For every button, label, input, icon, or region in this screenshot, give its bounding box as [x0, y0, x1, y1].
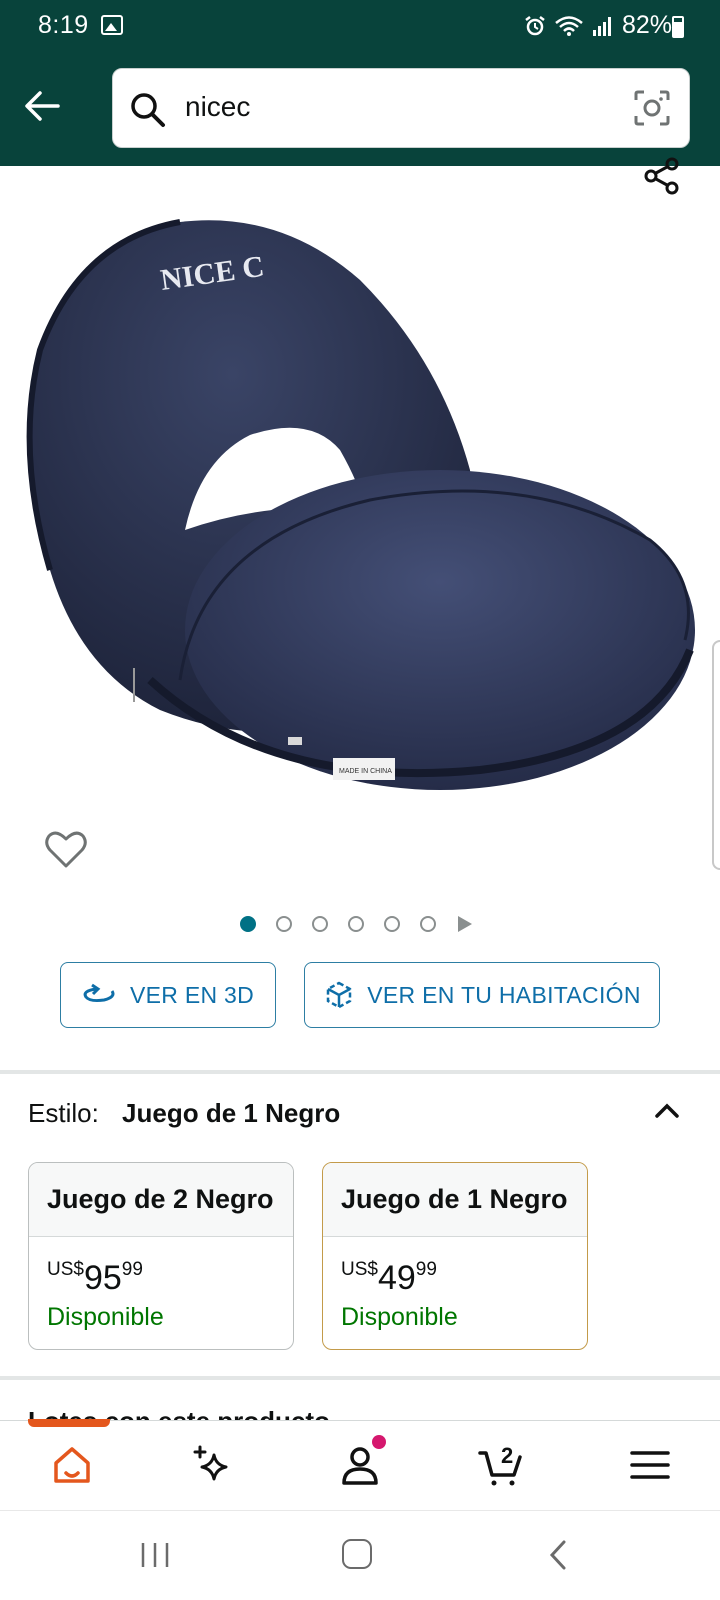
- status-bar: 8:19 82%: [0, 0, 720, 52]
- carousel-dot[interactable]: [348, 916, 364, 932]
- style-selected-value: Juego de 1 Negro: [122, 1098, 341, 1128]
- chevron-up-icon[interactable]: [652, 1096, 682, 1126]
- recent-apps-icon[interactable]: [140, 1541, 170, 1569]
- style-option-name: Juego de 1 Negro: [323, 1163, 587, 1237]
- carousel-video-play-icon[interactable]: [458, 916, 472, 932]
- style-option-availability: Disponible: [341, 1303, 458, 1331]
- gallery-notification-icon: [101, 15, 123, 35]
- rotate-3d-icon: [83, 983, 115, 1003]
- view-in-room-label: VER EN TU HABITACIÓN: [367, 981, 641, 1008]
- style-option-availability: Disponible: [47, 1303, 164, 1331]
- section-divider: [0, 1376, 720, 1380]
- style-option-price: US$4999: [341, 1259, 437, 1297]
- view-in-room-button[interactable]: VER EN TU HABITACIÓN: [304, 962, 660, 1028]
- side-drawer-handle[interactable]: [712, 640, 720, 870]
- style-label: Estilo:: [28, 1098, 99, 1128]
- style-selector-header[interactable]: Estilo: Juego de 1 Negro: [28, 1098, 340, 1129]
- battery-icon: [672, 16, 684, 38]
- ai-sparkle-icon[interactable]: [192, 1443, 236, 1487]
- view-3d-label: VER EN 3D: [129, 981, 255, 1008]
- carousel-dot[interactable]: [276, 916, 292, 932]
- app-header: 8:19 82% nicec: [0, 0, 720, 166]
- ar-cube-icon: [326, 981, 352, 1009]
- system-back-icon[interactable]: [548, 1539, 568, 1571]
- carousel-dot[interactable]: [240, 916, 256, 932]
- home-system-icon[interactable]: [342, 1539, 372, 1569]
- home-icon[interactable]: [50, 1443, 94, 1487]
- cart-count-badge: 2: [501, 1443, 514, 1468]
- style-option-card[interactable]: Juego de 2 Negro US$9599 Disponible: [28, 1162, 294, 1350]
- notification-dot: [372, 1435, 386, 1449]
- view-3d-button[interactable]: VER EN 3D: [60, 962, 276, 1028]
- image-carousel-indicator[interactable]: [240, 916, 472, 932]
- status-time: 8:19: [38, 11, 89, 39]
- system-navigation-bar: [0, 1510, 720, 1600]
- bottom-navigation: 2: [0, 1419, 720, 1510]
- carousel-dot[interactable]: [420, 916, 436, 932]
- account-icon[interactable]: [338, 1443, 382, 1487]
- alarm-icon: [525, 15, 545, 35]
- status-right: 82%: [524, 11, 672, 40]
- product-image[interactable]: NICE C MADE IN CHINA: [10, 210, 710, 810]
- search-icon: [131, 93, 165, 127]
- made-in-label: MADE IN CHINA: [339, 768, 392, 775]
- active-tab-indicator: [28, 1419, 110, 1427]
- carousel-dot[interactable]: [384, 916, 400, 932]
- cart-icon[interactable]: [478, 1443, 522, 1487]
- wishlist-heart-icon[interactable]: [44, 828, 88, 870]
- style-option-price: US$9599: [47, 1259, 143, 1297]
- back-arrow-icon[interactable]: [22, 86, 62, 126]
- search-input[interactable]: nicec: [185, 91, 250, 123]
- section-divider: [0, 1070, 720, 1074]
- battery-percent: 82%: [621, 11, 672, 39]
- menu-hamburger-icon[interactable]: [628, 1443, 672, 1487]
- share-icon[interactable]: [642, 156, 682, 196]
- search-bar[interactable]: nicec: [112, 68, 690, 148]
- camera-search-icon[interactable]: [633, 89, 671, 127]
- carousel-dot[interactable]: [312, 916, 328, 932]
- wifi-icon: [555, 15, 583, 36]
- signal-icon: [592, 16, 611, 36]
- style-option-card-selected[interactable]: Juego de 1 Negro US$4999 Disponible: [322, 1162, 588, 1350]
- style-option-name: Juego de 2 Negro: [29, 1163, 293, 1237]
